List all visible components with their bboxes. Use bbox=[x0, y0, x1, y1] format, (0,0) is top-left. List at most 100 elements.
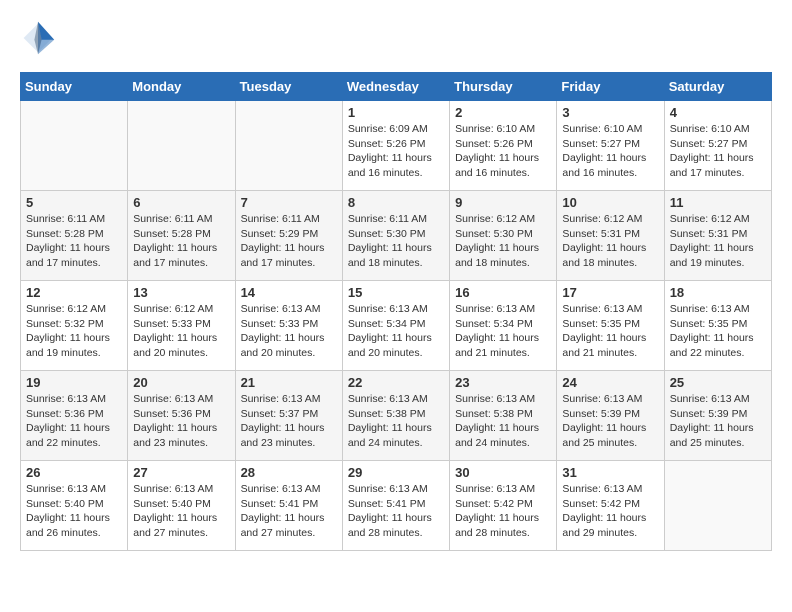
calendar-cell: 3 Sunrise: 6:10 AM Sunset: 5:27 PM Daylig… bbox=[557, 101, 664, 191]
weekday-header-wednesday: Wednesday bbox=[342, 73, 449, 101]
day-content: Sunrise: 6:11 AM Sunset: 5:29 PM Dayligh… bbox=[241, 212, 337, 271]
weekday-header-friday: Friday bbox=[557, 73, 664, 101]
day-number: 22 bbox=[348, 375, 444, 390]
calendar-cell: 12 Sunrise: 6:12 AM Sunset: 5:32 PM Dayli… bbox=[21, 281, 128, 371]
day-content: Sunrise: 6:13 AM Sunset: 5:41 PM Dayligh… bbox=[241, 482, 337, 541]
day-content: Sunrise: 6:13 AM Sunset: 5:35 PM Dayligh… bbox=[670, 302, 766, 361]
day-number: 26 bbox=[26, 465, 122, 480]
day-content: Sunrise: 6:11 AM Sunset: 5:28 PM Dayligh… bbox=[133, 212, 229, 271]
day-number: 4 bbox=[670, 105, 766, 120]
day-number: 7 bbox=[241, 195, 337, 210]
day-number: 31 bbox=[562, 465, 658, 480]
calendar-table: SundayMondayTuesdayWednesdayThursdayFrid… bbox=[20, 72, 772, 551]
calendar-cell: 1 Sunrise: 6:09 AM Sunset: 5:26 PM Daylig… bbox=[342, 101, 449, 191]
day-content: Sunrise: 6:12 AM Sunset: 5:31 PM Dayligh… bbox=[670, 212, 766, 271]
calendar-cell: 22Sunrise: 6:13 AM Sunset: 5:38 PM Dayli… bbox=[342, 371, 449, 461]
day-content: Sunrise: 6:13 AM Sunset: 5:40 PM Dayligh… bbox=[26, 482, 122, 541]
day-content: Sunrise: 6:10 AM Sunset: 5:27 PM Dayligh… bbox=[562, 122, 658, 181]
day-number: 24 bbox=[562, 375, 658, 390]
weekday-header-row: SundayMondayTuesdayWednesdayThursdayFrid… bbox=[21, 73, 772, 101]
day-number: 17 bbox=[562, 285, 658, 300]
calendar-cell: 7 Sunrise: 6:11 AM Sunset: 5:29 PM Daylig… bbox=[235, 191, 342, 281]
day-content: Sunrise: 6:10 AM Sunset: 5:26 PM Dayligh… bbox=[455, 122, 551, 181]
calendar-week-row: 5 Sunrise: 6:11 AM Sunset: 5:28 PM Daylig… bbox=[21, 191, 772, 281]
calendar-cell: 4 Sunrise: 6:10 AM Sunset: 5:27 PM Daylig… bbox=[664, 101, 771, 191]
logo-icon bbox=[20, 20, 56, 56]
day-number: 19 bbox=[26, 375, 122, 390]
day-content: Sunrise: 6:13 AM Sunset: 5:39 PM Dayligh… bbox=[670, 392, 766, 451]
day-number: 3 bbox=[562, 105, 658, 120]
calendar-body: 1 Sunrise: 6:09 AM Sunset: 5:26 PM Daylig… bbox=[21, 101, 772, 551]
calendar-week-row: 12 Sunrise: 6:12 AM Sunset: 5:32 PM Dayli… bbox=[21, 281, 772, 371]
day-number: 14 bbox=[241, 285, 337, 300]
calendar-cell bbox=[21, 101, 128, 191]
calendar-cell: 6 Sunrise: 6:11 AM Sunset: 5:28 PM Daylig… bbox=[128, 191, 235, 281]
calendar-cell: 25 Sunrise: 6:13 AM Sunset: 5:39 PM Dayli… bbox=[664, 371, 771, 461]
calendar-cell: 24Sunrise: 6:13 AM Sunset: 5:39 PM Dayli… bbox=[557, 371, 664, 461]
calendar-cell: 23Sunrise: 6:13 AM Sunset: 5:38 PM Dayli… bbox=[450, 371, 557, 461]
logo bbox=[20, 20, 62, 56]
day-number: 28 bbox=[241, 465, 337, 480]
day-number: 29 bbox=[348, 465, 444, 480]
day-number: 25 bbox=[670, 375, 766, 390]
day-content: Sunrise: 6:13 AM Sunset: 5:42 PM Dayligh… bbox=[562, 482, 658, 541]
day-number: 9 bbox=[455, 195, 551, 210]
weekday-header-monday: Monday bbox=[128, 73, 235, 101]
calendar-week-row: 19 Sunrise: 6:13 AM Sunset: 5:36 PM Dayli… bbox=[21, 371, 772, 461]
calendar-cell: 2 Sunrise: 6:10 AM Sunset: 5:26 PM Daylig… bbox=[450, 101, 557, 191]
day-number: 10 bbox=[562, 195, 658, 210]
weekday-header-tuesday: Tuesday bbox=[235, 73, 342, 101]
day-content: Sunrise: 6:13 AM Sunset: 5:34 PM Dayligh… bbox=[455, 302, 551, 361]
day-content: Sunrise: 6:12 AM Sunset: 5:32 PM Dayligh… bbox=[26, 302, 122, 361]
weekday-header-saturday: Saturday bbox=[664, 73, 771, 101]
day-number: 23 bbox=[455, 375, 551, 390]
calendar-cell: 31 Sunrise: 6:13 AM Sunset: 5:42 PM Dayli… bbox=[557, 461, 664, 551]
calendar-cell: 17Sunrise: 6:13 AM Sunset: 5:35 PM Dayli… bbox=[557, 281, 664, 371]
day-content: Sunrise: 6:12 AM Sunset: 5:31 PM Dayligh… bbox=[562, 212, 658, 271]
day-number: 27 bbox=[133, 465, 229, 480]
day-content: Sunrise: 6:13 AM Sunset: 5:34 PM Dayligh… bbox=[348, 302, 444, 361]
calendar-cell: 29 Sunrise: 6:13 AM Sunset: 5:41 PM Dayli… bbox=[342, 461, 449, 551]
day-number: 21 bbox=[241, 375, 337, 390]
day-content: Sunrise: 6:11 AM Sunset: 5:30 PM Dayligh… bbox=[348, 212, 444, 271]
calendar-header: SundayMondayTuesdayWednesdayThursdayFrid… bbox=[21, 73, 772, 101]
day-number: 2 bbox=[455, 105, 551, 120]
calendar-cell: 18 Sunrise: 6:13 AM Sunset: 5:35 PM Dayli… bbox=[664, 281, 771, 371]
day-number: 1 bbox=[348, 105, 444, 120]
calendar-cell bbox=[664, 461, 771, 551]
weekday-header-sunday: Sunday bbox=[21, 73, 128, 101]
calendar-cell: 19 Sunrise: 6:13 AM Sunset: 5:36 PM Dayli… bbox=[21, 371, 128, 461]
day-content: Sunrise: 6:12 AM Sunset: 5:33 PM Dayligh… bbox=[133, 302, 229, 361]
day-number: 12 bbox=[26, 285, 122, 300]
day-number: 16 bbox=[455, 285, 551, 300]
calendar-cell bbox=[235, 101, 342, 191]
calendar-cell: 5 Sunrise: 6:11 AM Sunset: 5:28 PM Daylig… bbox=[21, 191, 128, 281]
calendar-cell: 15Sunrise: 6:13 AM Sunset: 5:34 PM Dayli… bbox=[342, 281, 449, 371]
day-content: Sunrise: 6:12 AM Sunset: 5:30 PM Dayligh… bbox=[455, 212, 551, 271]
calendar-cell: 9 Sunrise: 6:12 AM Sunset: 5:30 PM Daylig… bbox=[450, 191, 557, 281]
day-content: Sunrise: 6:13 AM Sunset: 5:36 PM Dayligh… bbox=[133, 392, 229, 451]
day-number: 6 bbox=[133, 195, 229, 210]
calendar-cell: 14 Sunrise: 6:13 AM Sunset: 5:33 PM Dayli… bbox=[235, 281, 342, 371]
calendar-cell: 10 Sunrise: 6:12 AM Sunset: 5:31 PM Dayli… bbox=[557, 191, 664, 281]
calendar-cell bbox=[128, 101, 235, 191]
day-number: 5 bbox=[26, 195, 122, 210]
day-number: 11 bbox=[670, 195, 766, 210]
day-content: Sunrise: 6:13 AM Sunset: 5:41 PM Dayligh… bbox=[348, 482, 444, 541]
calendar-cell: 30Sunrise: 6:13 AM Sunset: 5:42 PM Dayli… bbox=[450, 461, 557, 551]
day-content: Sunrise: 6:13 AM Sunset: 5:33 PM Dayligh… bbox=[241, 302, 337, 361]
day-content: Sunrise: 6:09 AM Sunset: 5:26 PM Dayligh… bbox=[348, 122, 444, 181]
day-number: 13 bbox=[133, 285, 229, 300]
day-number: 8 bbox=[348, 195, 444, 210]
day-number: 30 bbox=[455, 465, 551, 480]
calendar-cell: 13 Sunrise: 6:12 AM Sunset: 5:33 PM Dayli… bbox=[128, 281, 235, 371]
day-number: 20 bbox=[133, 375, 229, 390]
calendar-cell: 8 Sunrise: 6:11 AM Sunset: 5:30 PM Daylig… bbox=[342, 191, 449, 281]
day-content: Sunrise: 6:13 AM Sunset: 5:37 PM Dayligh… bbox=[241, 392, 337, 451]
weekday-header-thursday: Thursday bbox=[450, 73, 557, 101]
day-number: 18 bbox=[670, 285, 766, 300]
day-content: Sunrise: 6:11 AM Sunset: 5:28 PM Dayligh… bbox=[26, 212, 122, 271]
calendar-cell: 28 Sunrise: 6:13 AM Sunset: 5:41 PM Dayli… bbox=[235, 461, 342, 551]
day-content: Sunrise: 6:10 AM Sunset: 5:27 PM Dayligh… bbox=[670, 122, 766, 181]
day-content: Sunrise: 6:13 AM Sunset: 5:36 PM Dayligh… bbox=[26, 392, 122, 451]
